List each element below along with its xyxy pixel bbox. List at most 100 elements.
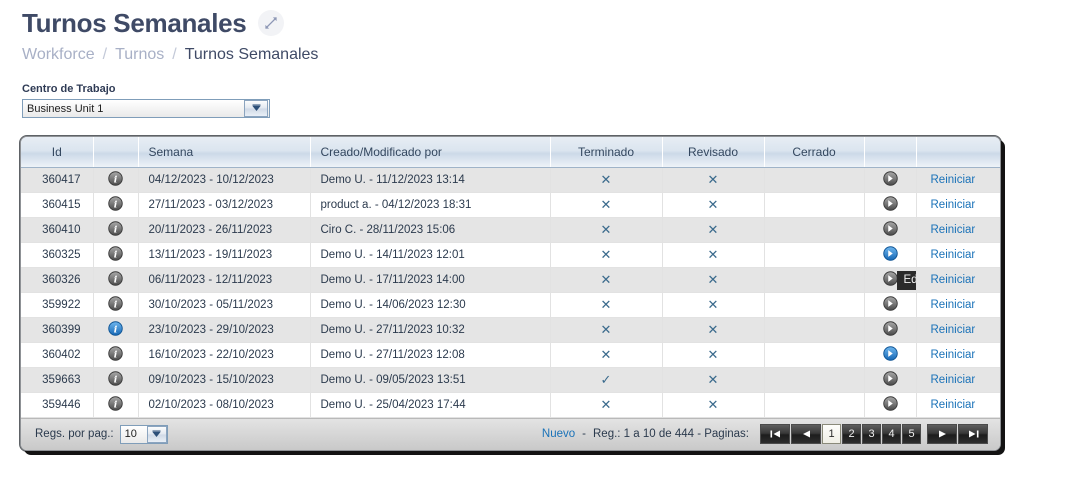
page-button-4[interactable]: 4 <box>882 424 901 444</box>
cell-action-link[interactable]: Reiniciar <box>916 392 1000 418</box>
chevron-down-icon[interactable] <box>244 100 268 117</box>
info-circle-icon[interactable]: i <box>93 217 139 243</box>
edit-action-cell[interactable]: Editar <box>864 267 917 293</box>
column-header-semana[interactable]: Semana <box>138 137 311 168</box>
cell-action-link[interactable]: Reiniciar <box>916 167 1000 193</box>
info-circle-icon[interactable]: i <box>93 367 139 393</box>
edit-action-cell[interactable] <box>864 167 917 193</box>
expand-arrows-icon[interactable] <box>258 10 285 36</box>
cross-icon: ✕ <box>600 171 612 187</box>
first-page-icon[interactable] <box>760 424 790 444</box>
edit-action-cell[interactable] <box>864 342 917 368</box>
svg-text:i: i <box>114 274 118 285</box>
table-row[interactable]: 359922 i 30/10/2023 - 05/11/2023 Demo U. - … <box>21 292 1000 318</box>
rows-per-page-select[interactable]: 10 <box>119 424 168 444</box>
page-button-1[interactable]: 1 <box>822 424 841 444</box>
cell-revisado: ✕ <box>662 267 765 293</box>
reiniciar-link[interactable]: Reiniciar <box>931 249 976 261</box>
rows-per-page-value: 10 <box>124 428 137 440</box>
table-row[interactable]: 360326 i 06/11/2023 - 12/11/2023 Demo U. - … <box>21 267 1000 293</box>
svg-text:i: i <box>114 249 118 260</box>
reiniciar-link[interactable]: Reiniciar <box>931 299 976 311</box>
cross-icon: ✕ <box>600 396 612 412</box>
cell-action-link[interactable]: Reiniciar <box>916 267 1000 293</box>
cell-revisado: ✕ <box>662 242 765 268</box>
page-button-2[interactable]: 2 <box>842 424 861 444</box>
cross-icon: ✕ <box>600 346 612 362</box>
column-header-terminado[interactable]: Terminado <box>550 137 663 168</box>
info-circle-icon[interactable]: i <box>93 292 139 318</box>
cell-action-link[interactable]: Reiniciar <box>916 342 1000 368</box>
edit-action-cell[interactable] <box>864 292 917 318</box>
reiniciar-link[interactable]: Reiniciar <box>931 174 976 186</box>
table-row[interactable]: 360415 i 27/11/2023 - 03/12/2023 product a.… <box>21 192 1000 218</box>
table-row[interactable]: 359446 i 02/10/2023 - 08/10/2023 Demo U. - … <box>21 392 1000 418</box>
reiniciar-link[interactable]: Reiniciar <box>931 199 976 211</box>
info-circle-icon[interactable]: i <box>93 342 139 368</box>
table-row[interactable]: 360325 i 13/11/2023 - 19/11/2023 Demo U. - … <box>21 242 1000 268</box>
cell-creado-modificado-por: Demo U. - 14/11/2023 12:01 <box>310 242 551 268</box>
chevron-down-icon[interactable] <box>146 425 167 443</box>
cell-cerrado <box>764 242 865 268</box>
edit-action-cell[interactable] <box>864 392 917 418</box>
table-row[interactable]: 360410 i 20/11/2023 - 26/11/2023 Ciro C. - … <box>21 217 1000 243</box>
edit-action-cell[interactable] <box>864 317 917 343</box>
reiniciar-link[interactable]: Reiniciar <box>931 324 976 336</box>
table-row[interactable]: 360417 i 04/12/2023 - 10/12/2023 Demo U. - … <box>21 167 1000 193</box>
cell-action-link[interactable]: Reiniciar <box>916 192 1000 218</box>
column-header-creado-modificado-por[interactable]: Creado/Modificado por <box>310 137 551 168</box>
table-row[interactable]: 360402 i 16/10/2023 - 22/10/2023 Demo U. - … <box>21 342 1000 368</box>
column-header-revisado[interactable]: Revisado <box>662 137 765 168</box>
info-circle-icon[interactable]: i <box>93 167 139 193</box>
info-circle-icon[interactable]: i <box>93 317 139 343</box>
cell-action-link[interactable]: Reiniciar <box>916 367 1000 393</box>
check-icon: ✓ <box>600 371 612 387</box>
reiniciar-link[interactable]: Reiniciar <box>931 224 976 236</box>
cell-cerrado <box>764 392 865 418</box>
cell-semana: 09/10/2023 - 15/10/2023 <box>138 367 311 393</box>
page-button-5[interactable]: 5 <box>902 424 921 444</box>
edit-action-cell[interactable] <box>864 367 917 393</box>
info-circle-icon[interactable]: i <box>93 242 139 268</box>
reiniciar-link[interactable]: Reiniciar <box>931 399 976 411</box>
reiniciar-link[interactable]: Reiniciar <box>931 274 976 286</box>
cell-semana: 04/12/2023 - 10/12/2023 <box>138 167 311 193</box>
edit-action-cell[interactable] <box>864 217 917 243</box>
cell-action-link[interactable]: Reiniciar <box>916 317 1000 343</box>
cell-terminado: ✕ <box>550 267 663 293</box>
cell-id: 359922 <box>21 292 94 318</box>
table-row[interactable]: 359663 i 09/10/2023 - 15/10/2023 Demo U. - … <box>21 367 1000 393</box>
cell-id: 360325 <box>21 242 94 268</box>
info-circle-icon[interactable]: i <box>93 392 139 418</box>
last-page-icon[interactable] <box>958 424 988 444</box>
next-page-icon[interactable] <box>927 424 957 444</box>
reiniciar-link[interactable]: Reiniciar <box>931 349 976 361</box>
cross-icon: ✕ <box>707 221 719 237</box>
cross-icon: ✕ <box>707 346 719 362</box>
cell-revisado: ✕ <box>662 392 765 418</box>
centro-de-trabajo-value: Business Unit 1 <box>27 102 104 115</box>
info-circle-icon[interactable]: i <box>93 267 139 293</box>
table-row[interactable]: 360399 i 23/10/2023 - 29/10/2023 Demo U. - … <box>21 317 1000 343</box>
nuevo-link[interactable]: Nuevo <box>542 428 575 440</box>
centro-de-trabajo-select[interactable]: Business Unit 1 <box>22 99 270 118</box>
page-button-3[interactable]: 3 <box>862 424 881 444</box>
info-circle-icon[interactable]: i <box>93 192 139 218</box>
table-body: 360417 i 04/12/2023 - 10/12/2023 Demo U. - … <box>21 167 1000 418</box>
edit-action-cell[interactable] <box>864 192 917 218</box>
cell-action-link[interactable]: Reiniciar <box>916 242 1000 268</box>
edit-action-cell[interactable] <box>864 242 917 268</box>
cell-action-link[interactable]: Reiniciar <box>916 217 1000 243</box>
cross-icon: ✕ <box>600 271 612 287</box>
column-header-cerrado[interactable]: Cerrado <box>764 137 865 168</box>
cross-icon: ✕ <box>600 296 612 312</box>
turnos-table: Id Semana Creado/Modificado por Terminad… <box>21 137 1000 418</box>
breadcrumb-item-workforce[interactable]: Workforce <box>22 46 95 63</box>
pagination-group: Nuevo - Reg.: 1 a 10 de 444 - Paginas: 1… <box>542 424 988 444</box>
cell-creado-modificado-por: Demo U. - 25/04/2023 17:44 <box>310 392 551 418</box>
reiniciar-link[interactable]: Reiniciar <box>931 374 976 386</box>
breadcrumb-item-turnos[interactable]: Turnos <box>115 46 164 63</box>
cell-action-link[interactable]: Reiniciar <box>916 292 1000 318</box>
prev-page-icon[interactable] <box>791 424 821 444</box>
column-header-id[interactable]: Id <box>21 137 94 168</box>
